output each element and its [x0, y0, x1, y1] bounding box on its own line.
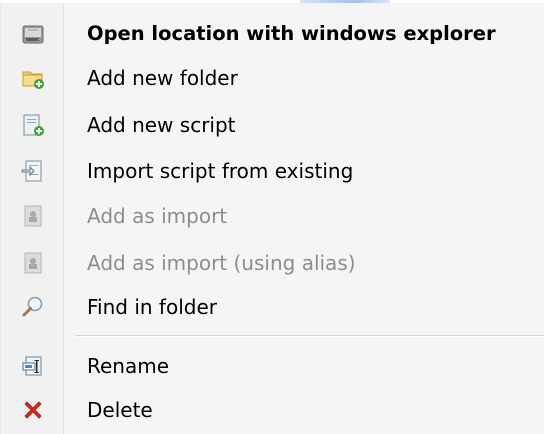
menu-item-label: Find in folder — [87, 295, 217, 319]
menu-item-find-in-folder[interactable]: Find in folder — [1, 287, 544, 327]
menu-item-import-script[interactable]: Import script from existing — [1, 151, 544, 191]
context-menu: Open location with windows explorer Add … — [0, 3, 544, 434]
menu-item-add-as-import[interactable]: Add as import — [1, 196, 544, 236]
menu-item-open-location[interactable]: Open location with windows explorer — [1, 14, 544, 54]
import-script-icon — [21, 159, 45, 183]
folder-add-icon — [21, 66, 45, 90]
menu-item-label: Add new script — [87, 113, 236, 137]
menu-separator — [75, 335, 544, 337]
menu-item-label: Add as import — [87, 204, 228, 228]
menu-item-label: Delete — [87, 398, 153, 422]
menu-item-rename[interactable]: Rename — [1, 346, 544, 386]
menu-item-label: Import script from existing — [87, 159, 354, 183]
menu-item-delete[interactable]: Delete — [1, 390, 544, 430]
menu-item-add-script[interactable]: Add new script — [1, 105, 544, 145]
script-add-icon — [21, 113, 45, 137]
menu-item-add-folder[interactable]: Add new folder — [1, 58, 544, 98]
menu-item-label: Rename — [87, 354, 170, 378]
menu-item-label: Open location with windows explorer — [87, 22, 496, 45]
screen: Open location with windows explorer Add … — [0, 0, 544, 434]
delete-icon — [21, 398, 45, 422]
import-icon — [21, 204, 45, 228]
drive-icon — [21, 22, 45, 46]
menu-item-add-as-import-alias[interactable]: Add as import (using alias) — [1, 243, 544, 283]
menu-item-label: Add as import (using alias) — [87, 251, 356, 275]
import-alias-icon — [21, 251, 45, 275]
menu-item-label: Add new folder — [87, 66, 238, 90]
magnifier-icon — [21, 295, 45, 319]
rename-icon — [21, 354, 45, 378]
